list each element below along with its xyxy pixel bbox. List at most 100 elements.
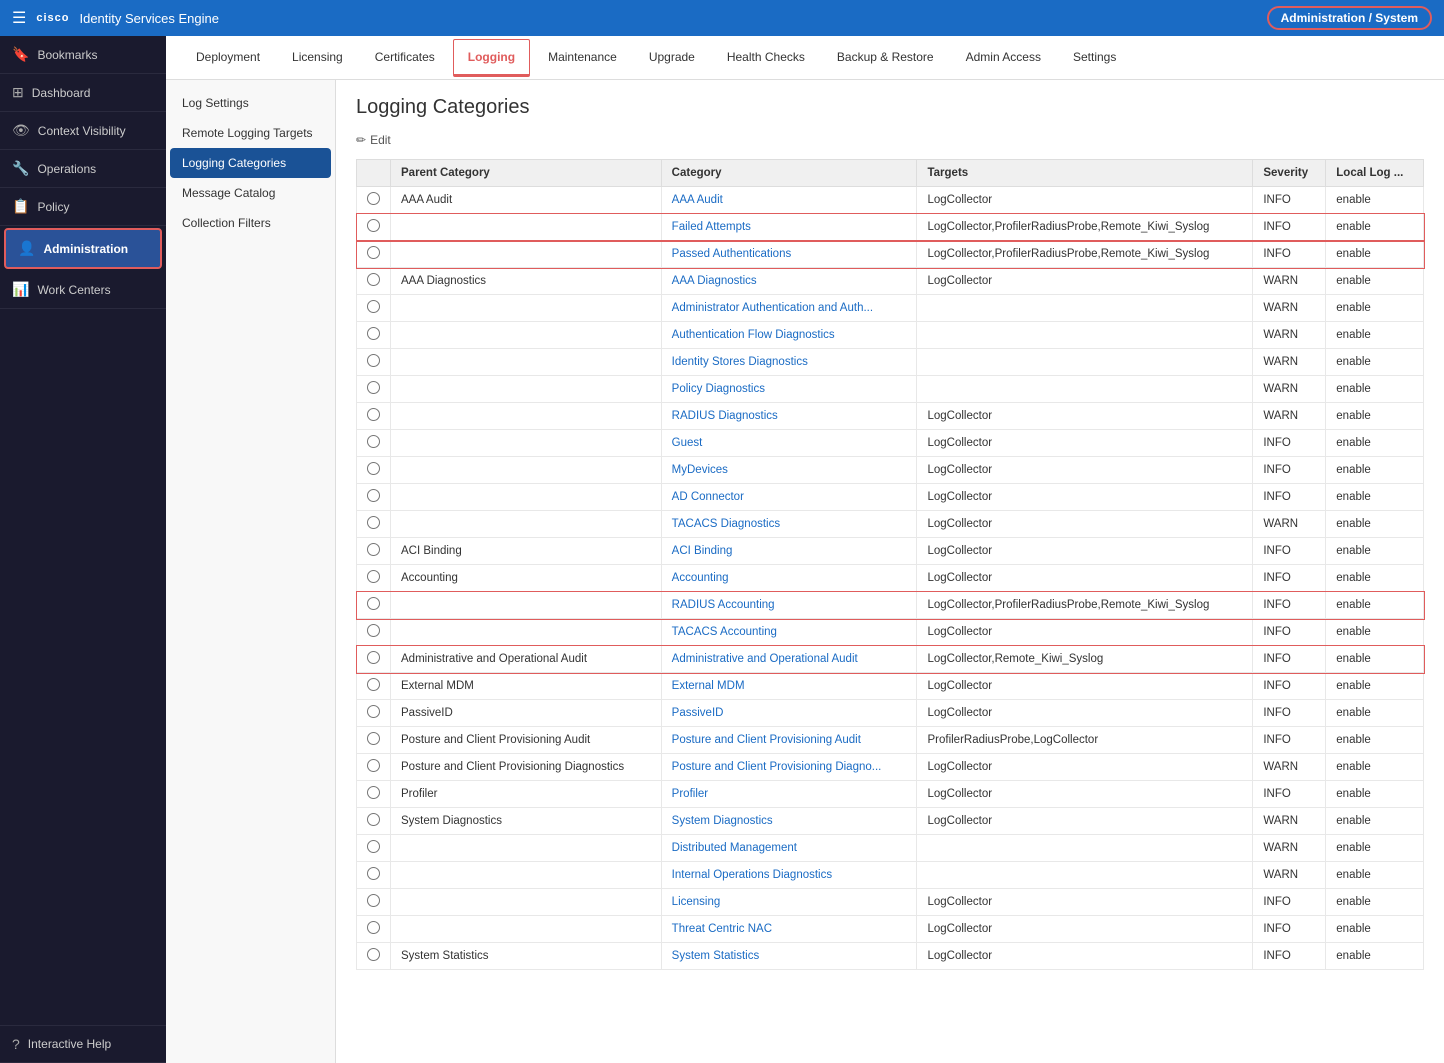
row-radio[interactable]: [367, 921, 380, 934]
cell-category[interactable]: Policy Diagnostics: [661, 376, 917, 403]
row-select-cell[interactable]: [357, 349, 391, 376]
row-select-cell[interactable]: [357, 295, 391, 322]
cell-category[interactable]: Failed Attempts: [661, 214, 917, 241]
cell-category[interactable]: AD Connector: [661, 484, 917, 511]
tab-settings[interactable]: Settings: [1059, 40, 1130, 76]
cell-category[interactable]: External MDM: [661, 673, 917, 700]
row-select-cell[interactable]: [357, 187, 391, 214]
sidebar-item-work-centers[interactable]: 📊 Work Centers: [0, 271, 166, 309]
row-radio[interactable]: [367, 300, 380, 313]
sub-sidebar-log-settings[interactable]: Log Settings: [166, 88, 335, 118]
cell-category[interactable]: Posture and Client Provisioning Diagno..…: [661, 754, 917, 781]
cell-category[interactable]: PassiveID: [661, 700, 917, 727]
row-radio[interactable]: [367, 462, 380, 475]
row-radio[interactable]: [367, 597, 380, 610]
row-radio[interactable]: [367, 651, 380, 664]
cell-category[interactable]: Posture and Client Provisioning Audit: [661, 727, 917, 754]
row-select-cell[interactable]: [357, 565, 391, 592]
row-radio[interactable]: [367, 516, 380, 529]
cell-category[interactable]: Internal Operations Diagnostics: [661, 862, 917, 889]
tab-health-checks[interactable]: Health Checks: [713, 40, 819, 76]
row-select-cell[interactable]: [357, 700, 391, 727]
cell-category[interactable]: ACI Binding: [661, 538, 917, 565]
row-radio[interactable]: [367, 759, 380, 772]
cell-category[interactable]: Distributed Management: [661, 835, 917, 862]
row-select-cell[interactable]: [357, 511, 391, 538]
cell-category[interactable]: Identity Stores Diagnostics: [661, 349, 917, 376]
cell-category[interactable]: System Statistics: [661, 943, 917, 970]
row-select-cell[interactable]: [357, 457, 391, 484]
cell-category[interactable]: Administrative and Operational Audit: [661, 646, 917, 673]
row-select-cell[interactable]: [357, 646, 391, 673]
cell-category[interactable]: Administrator Authentication and Auth...: [661, 295, 917, 322]
cell-category[interactable]: TACACS Accounting: [661, 619, 917, 646]
sidebar-item-interactive-help[interactable]: ? Interactive Help: [0, 1025, 166, 1063]
row-radio[interactable]: [367, 408, 380, 421]
row-radio[interactable]: [367, 327, 380, 340]
sidebar-item-policy[interactable]: 📋 Policy: [0, 188, 166, 226]
row-radio[interactable]: [367, 705, 380, 718]
row-radio[interactable]: [367, 867, 380, 880]
row-select-cell[interactable]: [357, 727, 391, 754]
row-select-cell[interactable]: [357, 322, 391, 349]
row-radio[interactable]: [367, 543, 380, 556]
row-radio[interactable]: [367, 354, 380, 367]
cell-category[interactable]: Accounting: [661, 565, 917, 592]
row-radio[interactable]: [367, 786, 380, 799]
edit-button[interactable]: ✏ Edit: [356, 133, 1424, 147]
row-radio[interactable]: [367, 813, 380, 826]
row-select-cell[interactable]: [357, 673, 391, 700]
row-radio[interactable]: [367, 435, 380, 448]
sidebar-item-dashboard[interactable]: ⊞ Dashboard: [0, 74, 166, 112]
sidebar-item-operations[interactable]: 🔧 Operations: [0, 150, 166, 188]
row-radio[interactable]: [367, 381, 380, 394]
row-select-cell[interactable]: [357, 376, 391, 403]
row-select-cell[interactable]: [357, 943, 391, 970]
row-radio[interactable]: [367, 678, 380, 691]
sub-sidebar-logging-categories[interactable]: Logging Categories: [170, 148, 331, 178]
cell-category[interactable]: Passed Authentications: [661, 241, 917, 268]
tab-deployment[interactable]: Deployment: [182, 40, 274, 76]
row-radio[interactable]: [367, 489, 380, 502]
row-radio[interactable]: [367, 219, 380, 232]
row-select-cell[interactable]: [357, 619, 391, 646]
cell-category[interactable]: Profiler: [661, 781, 917, 808]
tab-backup-restore[interactable]: Backup & Restore: [823, 40, 948, 76]
cell-category[interactable]: System Diagnostics: [661, 808, 917, 835]
tab-licensing[interactable]: Licensing: [278, 40, 357, 76]
cell-category[interactable]: Authentication Flow Diagnostics: [661, 322, 917, 349]
hamburger-icon[interactable]: ☰: [12, 8, 26, 28]
row-radio[interactable]: [367, 246, 380, 259]
tab-maintenance[interactable]: Maintenance: [534, 40, 631, 76]
tab-logging[interactable]: Logging: [453, 39, 530, 77]
row-radio[interactable]: [367, 840, 380, 853]
row-select-cell[interactable]: [357, 430, 391, 457]
row-select-cell[interactable]: [357, 808, 391, 835]
row-select-cell[interactable]: [357, 241, 391, 268]
row-select-cell[interactable]: [357, 835, 391, 862]
sub-sidebar-collection-filters[interactable]: Collection Filters: [166, 208, 335, 238]
row-select-cell[interactable]: [357, 403, 391, 430]
row-radio[interactable]: [367, 948, 380, 961]
tab-upgrade[interactable]: Upgrade: [635, 40, 709, 76]
cell-category[interactable]: RADIUS Accounting: [661, 592, 917, 619]
cell-category[interactable]: MyDevices: [661, 457, 917, 484]
sub-sidebar-message-catalog[interactable]: Message Catalog: [166, 178, 335, 208]
cell-category[interactable]: RADIUS Diagnostics: [661, 403, 917, 430]
row-select-cell[interactable]: [357, 889, 391, 916]
cell-category[interactable]: AAA Diagnostics: [661, 268, 917, 295]
tab-admin-access[interactable]: Admin Access: [952, 40, 1055, 76]
row-select-cell[interactable]: [357, 592, 391, 619]
row-radio[interactable]: [367, 624, 380, 637]
sidebar-item-administration[interactable]: 👤 Administration: [4, 228, 162, 269]
sub-sidebar-remote-logging[interactable]: Remote Logging Targets: [166, 118, 335, 148]
row-radio[interactable]: [367, 732, 380, 745]
cell-category[interactable]: Licensing: [661, 889, 917, 916]
sidebar-item-bookmarks[interactable]: 🔖 Bookmarks: [0, 36, 166, 74]
row-select-cell[interactable]: [357, 862, 391, 889]
row-select-cell[interactable]: [357, 916, 391, 943]
row-select-cell[interactable]: [357, 268, 391, 295]
cell-category[interactable]: Threat Centric NAC: [661, 916, 917, 943]
row-radio[interactable]: [367, 192, 380, 205]
row-radio[interactable]: [367, 273, 380, 286]
